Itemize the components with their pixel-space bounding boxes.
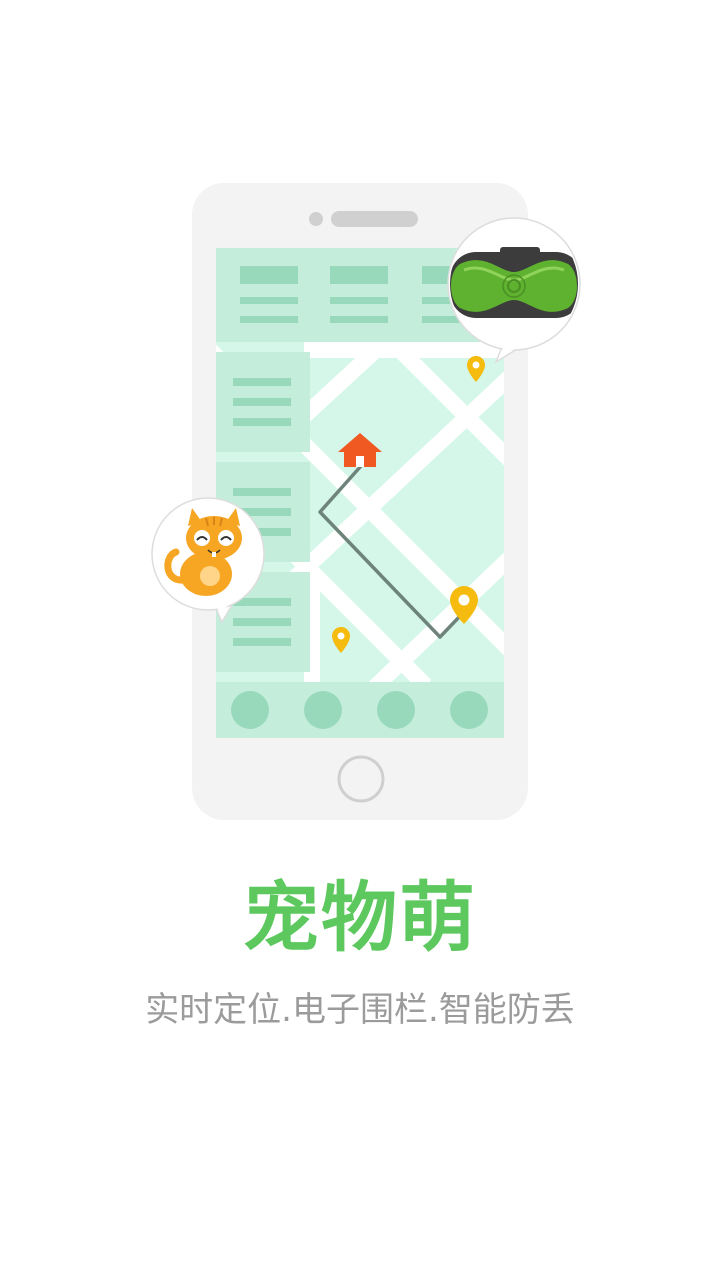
app-tagline: 实时定位.电子围栏.智能防丢 [145, 990, 575, 1030]
app-title: 宠物萌 [243, 873, 477, 962]
phone-speaker [331, 211, 418, 227]
gps-tracker-device-icon [450, 247, 578, 318]
phone-camera [309, 212, 323, 226]
screen-bottom-bar [216, 682, 504, 738]
splash-illustration [151, 183, 581, 820]
